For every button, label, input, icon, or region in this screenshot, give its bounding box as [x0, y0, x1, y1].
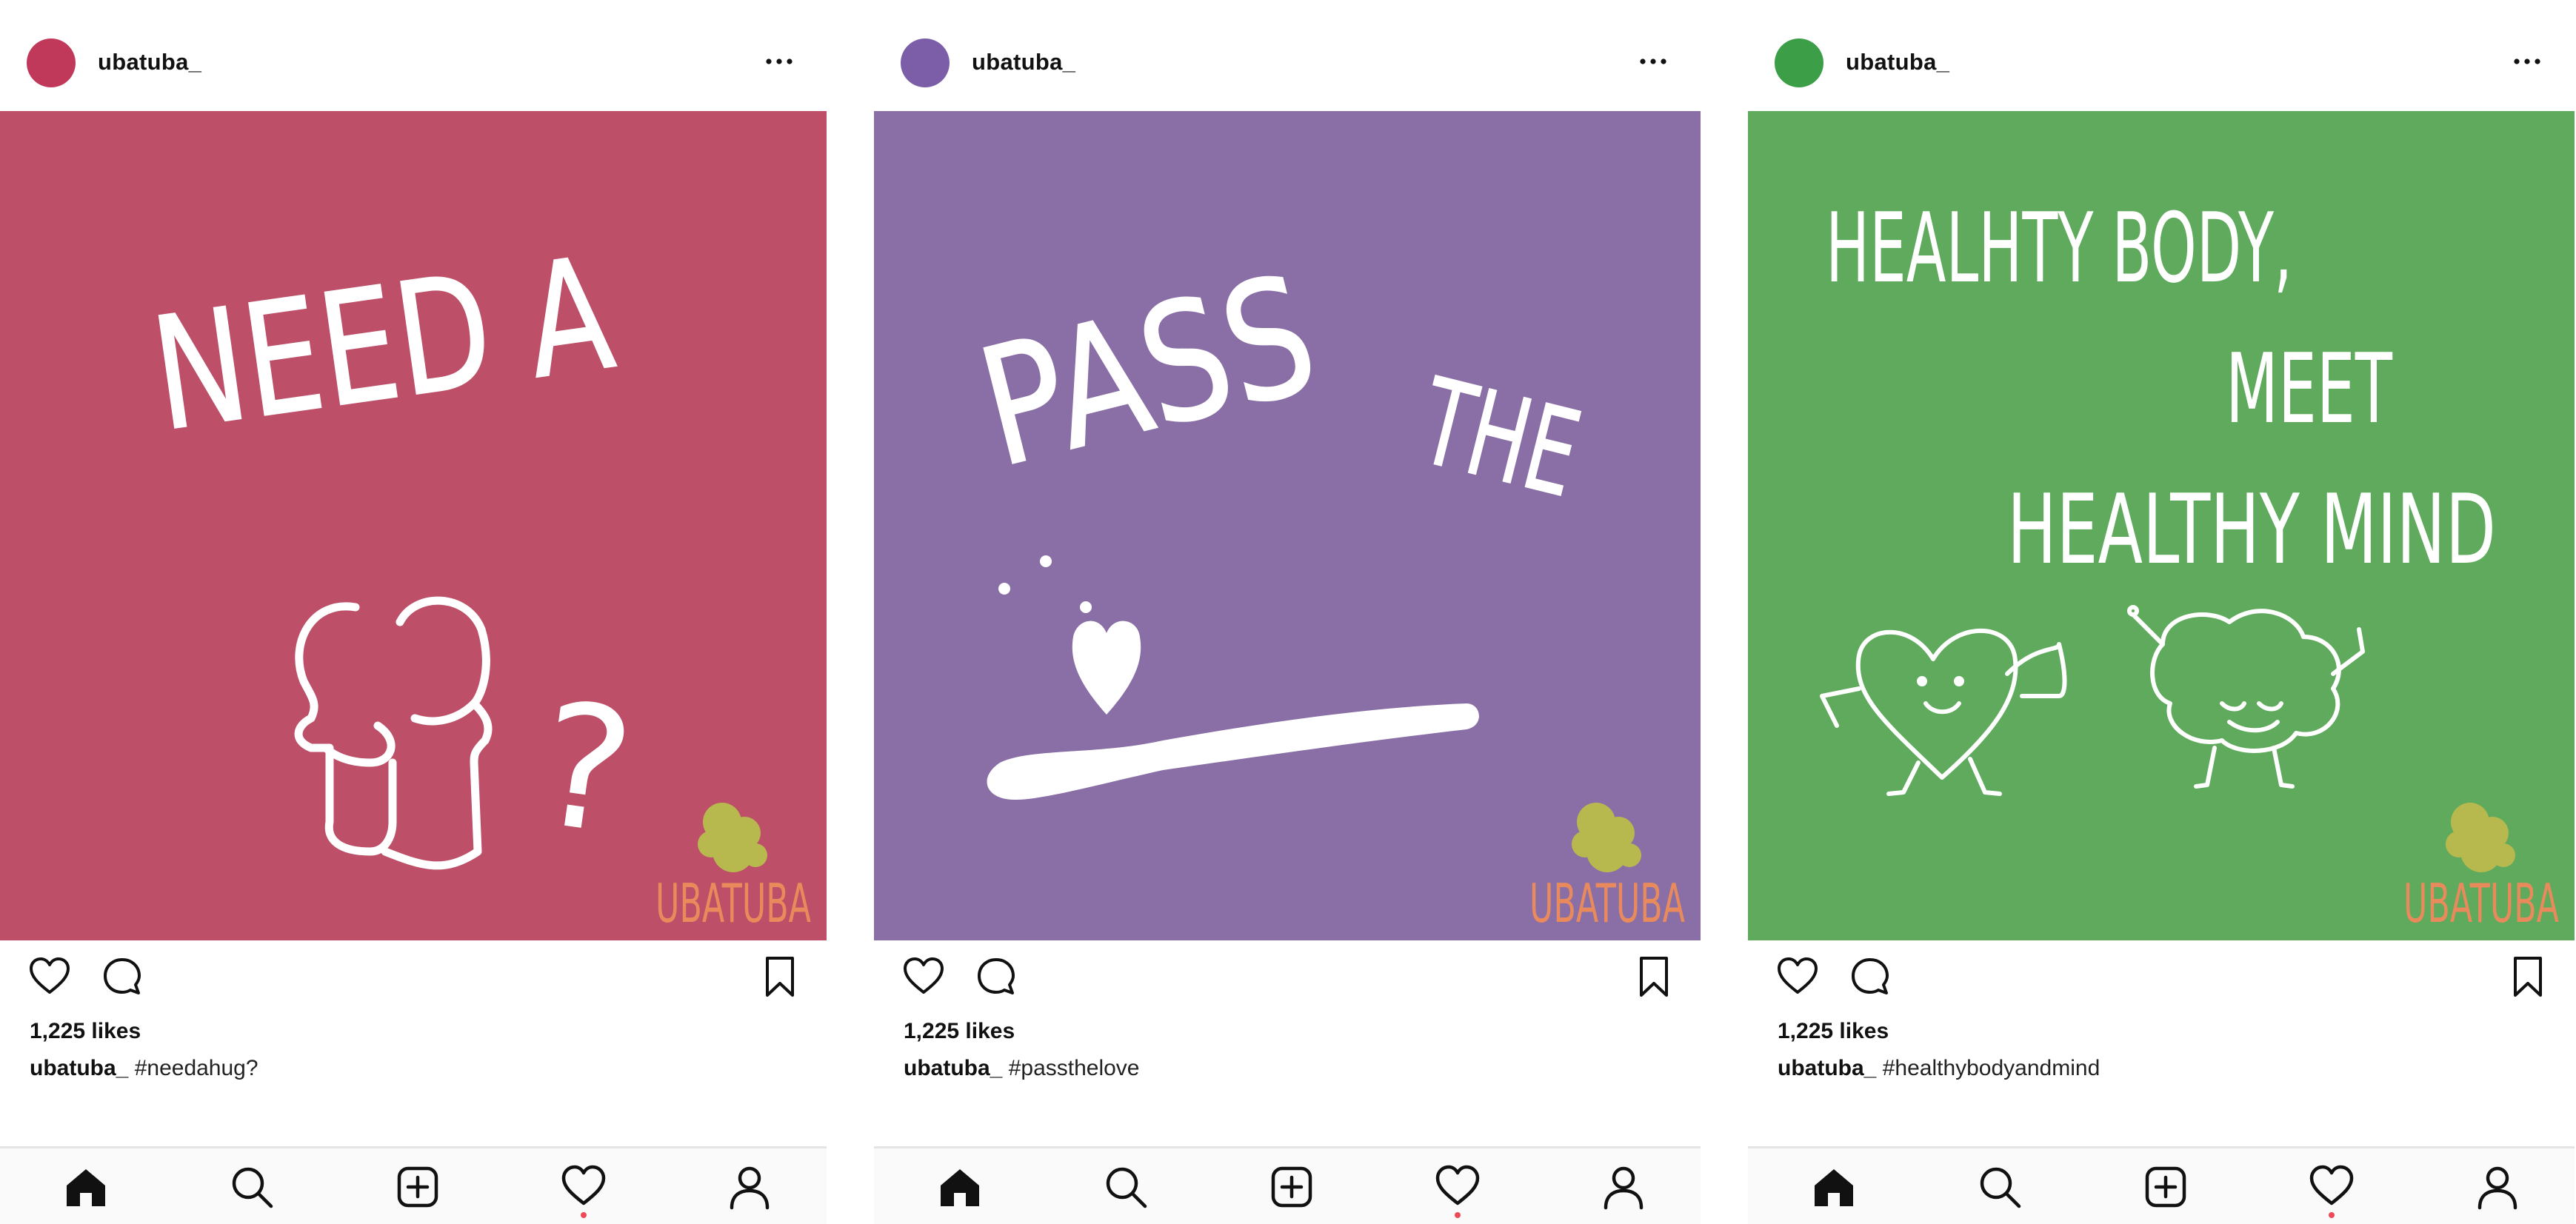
activity-heart-icon — [2309, 1165, 2354, 1205]
caption: ubatuba_ #needahug? — [30, 1056, 258, 1081]
post-card-healthybodyandmind: ubatuba_ HEALHTY BODY, MEET HEALTHY MIND — [1748, 0, 2575, 1224]
heart-icon[interactable] — [902, 955, 945, 998]
action-bar — [1748, 955, 2575, 1007]
bottom-tab-bar — [1748, 1146, 2575, 1224]
caption-username[interactable]: ubatuba_ — [1778, 1056, 1876, 1080]
heart-icon[interactable] — [1776, 955, 1819, 998]
profile-icon[interactable] — [2474, 1163, 2521, 1211]
username[interactable]: ubatuba_ — [1846, 49, 1949, 76]
caption-username[interactable]: ubatuba_ — [904, 1056, 1002, 1080]
activity-tab[interactable] — [2308, 1163, 2355, 1218]
brand-wordmark: UBATUBA — [655, 872, 811, 934]
post-header: ubatuba_ — [0, 0, 827, 111]
notification-dot — [2329, 1212, 2335, 1218]
activity-heart-icon — [1435, 1165, 1480, 1205]
add-post-icon[interactable] — [394, 1163, 441, 1211]
profile-icon[interactable] — [1600, 1163, 1647, 1211]
more-options-icon[interactable] — [1637, 50, 1669, 73]
bottom-tab-bar — [0, 1146, 827, 1224]
post-header: ubatuba_ — [1748, 0, 2575, 111]
add-post-icon[interactable] — [2142, 1163, 2189, 1211]
bookmark-icon[interactable] — [1632, 955, 1675, 998]
bookmark-icon[interactable] — [758, 955, 801, 998]
post-image[interactable]: PASS THE UBATUBA — [874, 111, 1701, 940]
search-icon[interactable] — [228, 1163, 276, 1211]
brand-wordmark: UBATUBA — [2403, 872, 2559, 934]
comment-icon[interactable] — [975, 955, 1018, 998]
notification-dot — [581, 1212, 587, 1218]
caption-hashtag[interactable]: #needahug? — [135, 1056, 258, 1080]
post-card-needahug: ubatuba_ NEED A ? UBATUBA 1,225 likes ub… — [0, 0, 827, 1224]
caption-username[interactable]: ubatuba_ — [30, 1056, 128, 1080]
activity-heart-icon — [561, 1165, 606, 1205]
brand-wordmark: UBATUBA — [1529, 872, 1685, 934]
post-image[interactable]: HEALHTY BODY, MEET HEALTHY MIND UBATUBA — [1748, 111, 2575, 940]
heart-icon[interactable] — [28, 955, 71, 998]
likes-count[interactable]: 1,225 likes — [1778, 1019, 1889, 1044]
avatar[interactable] — [1775, 39, 1823, 87]
profile-icon[interactable] — [726, 1163, 773, 1211]
add-post-icon[interactable] — [1268, 1163, 1315, 1211]
caption-hashtag[interactable]: #passthelove — [1009, 1056, 1140, 1080]
username[interactable]: ubatuba_ — [972, 49, 1075, 76]
post-image-text-line3: HEALTHY MIND — [2007, 473, 2496, 586]
post-image[interactable]: NEED A ? UBATUBA — [0, 111, 827, 940]
home-icon[interactable] — [1810, 1163, 1858, 1211]
post-image-text-line1: HEALHTY BODY, — [1826, 192, 2292, 304]
more-options-icon[interactable] — [2511, 50, 2543, 73]
avatar[interactable] — [27, 39, 76, 87]
bookmark-icon[interactable] — [2506, 955, 2549, 998]
likes-count[interactable]: 1,225 likes — [904, 1019, 1015, 1044]
activity-tab[interactable] — [1434, 1163, 1481, 1218]
search-icon[interactable] — [1976, 1163, 2023, 1211]
home-icon[interactable] — [936, 1163, 984, 1211]
username[interactable]: ubatuba_ — [98, 49, 201, 76]
caption-hashtag[interactable]: #healthybodyandmind — [1883, 1056, 2100, 1080]
search-icon[interactable] — [1102, 1163, 1149, 1211]
activity-tab[interactable] — [560, 1163, 607, 1218]
post-header: ubatuba_ — [874, 0, 1701, 111]
avatar[interactable] — [901, 39, 950, 87]
action-bar — [874, 955, 1701, 1007]
comment-icon[interactable] — [1849, 955, 1892, 998]
caption: ubatuba_ #healthybodyandmind — [1778, 1056, 2100, 1081]
notification-dot — [1455, 1212, 1461, 1218]
post-image-text-line2: MEET — [2226, 332, 2392, 445]
bottom-tab-bar — [874, 1146, 1701, 1224]
action-bar — [0, 955, 827, 1007]
caption: ubatuba_ #passthelove — [904, 1056, 1140, 1081]
post-card-passthelove: ubatuba_ PASS THE UBATUBA 1,225 likes ub… — [874, 0, 1701, 1224]
comment-icon[interactable] — [101, 955, 144, 998]
home-icon[interactable] — [62, 1163, 110, 1211]
likes-count[interactable]: 1,225 likes — [30, 1019, 141, 1044]
more-options-icon[interactable] — [763, 50, 795, 73]
